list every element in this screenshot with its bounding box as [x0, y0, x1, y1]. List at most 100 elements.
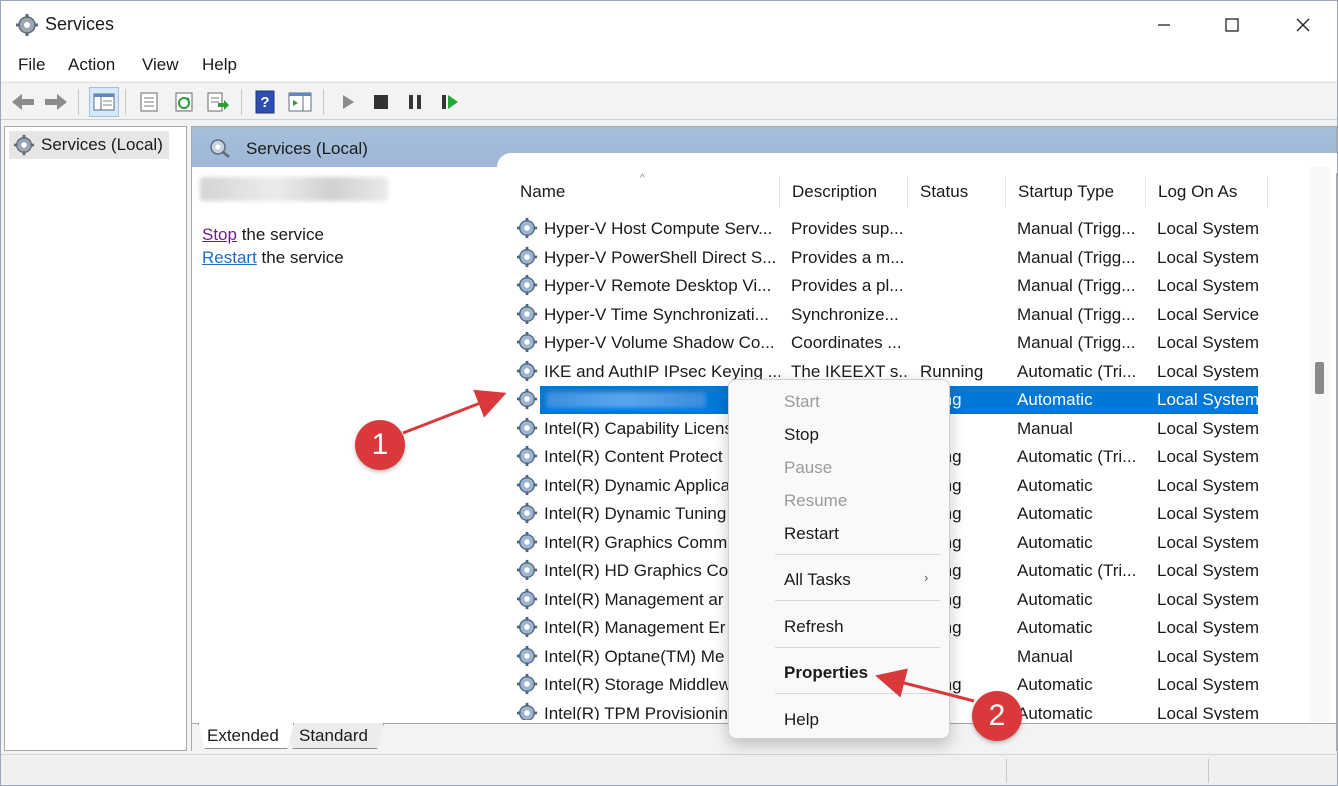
service-description-pane: Stop the service Restart the service	[192, 167, 497, 722]
cell-logon: Local System	[1157, 703, 1260, 721]
cell-name: Hyper-V PowerShell Direct S...	[544, 247, 777, 267]
menu-file[interactable]: File	[18, 55, 45, 75]
service-gear-icon	[516, 588, 538, 615]
cell-logon: Local System	[1157, 361, 1260, 381]
cell-logon: Local System	[1157, 675, 1260, 694]
menu-view[interactable]: View	[142, 55, 179, 75]
cell-logon: Local System	[1157, 504, 1260, 523]
scrollbar-thumb[interactable]	[1315, 362, 1324, 394]
cell-logon: Local System	[1157, 532, 1260, 552]
service-gear-icon	[516, 331, 538, 358]
cell-logon: Local System	[1157, 219, 1260, 238]
context-menu-resume[interactable]: Resume	[784, 491, 847, 511]
restart-service-button[interactable]	[435, 87, 465, 117]
service-gear-icon	[516, 246, 538, 273]
services-gear-icon	[16, 14, 38, 36]
service-gear-icon	[516, 673, 538, 700]
cell-startup: Automatic	[1017, 504, 1093, 523]
vertical-scrollbar[interactable]	[1310, 167, 1330, 722]
column-header-startup-type[interactable]: Startup Type	[1006, 177, 1146, 207]
close-button[interactable]	[1280, 7, 1326, 43]
column-header-name[interactable]: ^ Name	[508, 173, 780, 207]
show-hide-tree-button[interactable]	[89, 87, 119, 117]
cell-name: Hyper-V Time Synchronizati...	[544, 304, 769, 324]
context-menu-restart[interactable]: Restart	[784, 524, 839, 544]
status-bar	[1, 754, 1337, 785]
service-gear-icon	[516, 303, 538, 330]
back-button[interactable]	[8, 87, 38, 117]
cell-name: Hyper-V Remote Desktop Vi...	[544, 276, 772, 295]
tab-standard-label: Standard	[299, 725, 368, 745]
help-button[interactable]: ?	[250, 87, 280, 117]
cell-logon: Local System	[1157, 589, 1260, 609]
cell-name: Hyper-V Volume Shadow Co...	[544, 333, 775, 352]
restart-service-icon	[442, 95, 458, 109]
cell-startup: Automatic	[1017, 390, 1093, 409]
menu-action[interactable]: Action	[68, 55, 115, 75]
menu-help[interactable]: Help	[202, 55, 237, 75]
context-menu-properties[interactable]: Properties	[784, 663, 868, 683]
service-gear-icon	[516, 502, 538, 529]
close-icon	[1296, 18, 1310, 32]
properties-icon	[140, 92, 158, 112]
stop-action-text: the service	[236, 225, 324, 244]
stop-service-link[interactable]: Stop	[202, 225, 237, 244]
action-pane-button[interactable]	[285, 87, 315, 117]
show-hide-tree-icon	[93, 93, 115, 111]
cell-startup: Manual (Trigg...	[1017, 333, 1136, 352]
column-header-log-on-as[interactable]: Log On As	[1146, 177, 1268, 207]
tab-extended[interactable]: Extended	[198, 723, 294, 749]
service-gear-icon	[516, 360, 538, 387]
service-gear-icon	[516, 474, 538, 501]
service-gear-icon	[516, 274, 538, 301]
pause-service-button[interactable]	[400, 87, 430, 117]
submenu-chevron-icon: ›	[924, 570, 929, 585]
context-menu-pause[interactable]: Pause	[784, 458, 832, 478]
cell-logon: Local System	[1157, 418, 1260, 438]
export-list-button[interactable]	[203, 87, 233, 117]
column-header-description[interactable]: Description	[780, 177, 908, 207]
context-menu-start[interactable]: Start	[784, 392, 820, 412]
column-name-label: Name	[520, 182, 566, 201]
table-row[interactable]: Hyper-V Volume Shadow Co... Coordinates .…	[508, 329, 1268, 357]
cell-logon: Local System	[1157, 447, 1260, 466]
table-row[interactable]: Hyper-V PowerShell Direct S... Provides a…	[508, 244, 1268, 272]
cell-logon: Local Service	[1157, 304, 1260, 324]
maximize-button[interactable]	[1209, 7, 1255, 43]
service-gear-icon	[516, 645, 538, 672]
table-row[interactable]: Hyper-V Host Compute Serv... Provides sup…	[508, 215, 1268, 243]
title-bar: Services	[1, 1, 1337, 49]
column-header-status[interactable]: Status	[908, 177, 1006, 207]
cell-logon: Local System	[1157, 333, 1260, 352]
tree-item-services-local[interactable]: Services (Local)	[9, 131, 169, 159]
minimize-icon	[1158, 24, 1170, 26]
table-row[interactable]: Hyper-V Time Synchronizati... Synchronize…	[508, 301, 1268, 329]
minimize-button[interactable]	[1141, 7, 1187, 43]
tab-standard[interactable]: Standard	[286, 723, 384, 749]
stop-service-button[interactable]	[366, 87, 396, 117]
cell-startup: Automatic (Tri...	[1017, 561, 1137, 580]
table-row[interactable]: Hyper-V Remote Desktop Vi... Provides a p…	[508, 272, 1268, 300]
magnifier-gear-icon	[210, 139, 230, 158]
forward-button[interactable]	[41, 87, 71, 117]
restart-service-link[interactable]: Restart	[202, 248, 257, 267]
tab-extended-label: Extended	[207, 725, 279, 745]
context-menu-refresh[interactable]: Refresh	[784, 617, 844, 637]
service-gear-icon	[516, 417, 538, 444]
annotation-badge-2: 2	[972, 691, 1022, 741]
back-arrow-icon	[12, 94, 34, 110]
refresh-button[interactable]	[169, 87, 199, 117]
context-menu-help[interactable]: Help	[784, 710, 819, 730]
start-service-button[interactable]	[333, 87, 363, 117]
services-gear-icon	[13, 134, 35, 156]
context-menu-stop[interactable]: Stop	[784, 425, 819, 445]
cell-desc: Provides a pl...	[791, 276, 904, 295]
help-icon: ?	[255, 90, 275, 114]
cell-startup: Automatic (Tri...	[1017, 447, 1137, 466]
context-menu-all-tasks[interactable]: All Tasks	[784, 570, 851, 590]
service-gear-icon	[516, 559, 538, 586]
panel-title: Services (Local)	[246, 139, 368, 158]
cell-logon: Local System	[1157, 390, 1260, 409]
pause-service-icon	[409, 95, 421, 109]
properties-button[interactable]	[134, 87, 164, 117]
